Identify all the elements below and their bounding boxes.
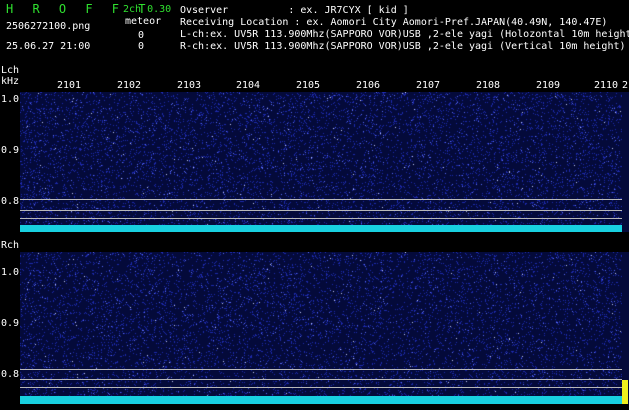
rch-spectrogram bbox=[20, 252, 622, 404]
meteor-count-rch: 0 bbox=[138, 41, 145, 52]
time-tick: 2104 bbox=[236, 80, 261, 91]
rch-baseline-signal bbox=[20, 396, 622, 404]
rch-freq-tick: 0.9 bbox=[1, 318, 20, 329]
lch-freq-tick: 0.8 bbox=[1, 196, 20, 207]
rch-reference-line bbox=[20, 379, 622, 380]
khz-axis-label: kHz bbox=[1, 76, 20, 87]
rch-freq-tick: 1.0 bbox=[1, 267, 20, 278]
lch-freq-tick: 0.9 bbox=[1, 145, 20, 156]
rch-noise-canvas bbox=[20, 252, 622, 404]
time-tick: 2110 bbox=[594, 80, 619, 91]
time-tick: 2105 bbox=[296, 80, 321, 91]
lch-axis-label: Lch bbox=[1, 65, 20, 76]
time-tick: 2102 bbox=[117, 80, 142, 91]
meteor-label: meteor bbox=[125, 16, 162, 27]
rch-freq-tick: 0.8 bbox=[1, 369, 20, 380]
time-tick: 2103 bbox=[177, 80, 202, 91]
rch-reference-line bbox=[20, 387, 622, 388]
rch-axis-label: Rch bbox=[1, 240, 20, 251]
rch-signal-burst bbox=[622, 380, 628, 404]
lch-baseline-signal bbox=[20, 225, 622, 232]
time-tick: 2106 bbox=[356, 80, 381, 91]
time-tick: 2109 bbox=[536, 80, 561, 91]
lch-next-strip bbox=[622, 92, 629, 232]
time-tick: 2107 bbox=[416, 80, 441, 91]
lch-reference-line bbox=[20, 218, 622, 219]
filename-label: 2506272100.png bbox=[6, 21, 91, 32]
time-tick: 2 bbox=[622, 80, 629, 91]
time-tick: 2108 bbox=[476, 80, 501, 91]
time-tick: 2101 bbox=[57, 80, 82, 91]
lch-freq-tick: 1.0 bbox=[1, 94, 20, 105]
lch-spectrogram bbox=[20, 92, 622, 232]
lch-reference-line bbox=[20, 210, 622, 211]
rch-info-line: R-ch:ex. UV5R 113.900Mhz(SAPPORO VOR)USB… bbox=[180, 41, 626, 52]
rch-reference-line bbox=[20, 369, 622, 370]
lch-noise-canvas bbox=[20, 92, 622, 232]
datetime-label: 25.06.27 21:00 bbox=[6, 41, 91, 52]
lch-reference-line bbox=[20, 199, 622, 200]
